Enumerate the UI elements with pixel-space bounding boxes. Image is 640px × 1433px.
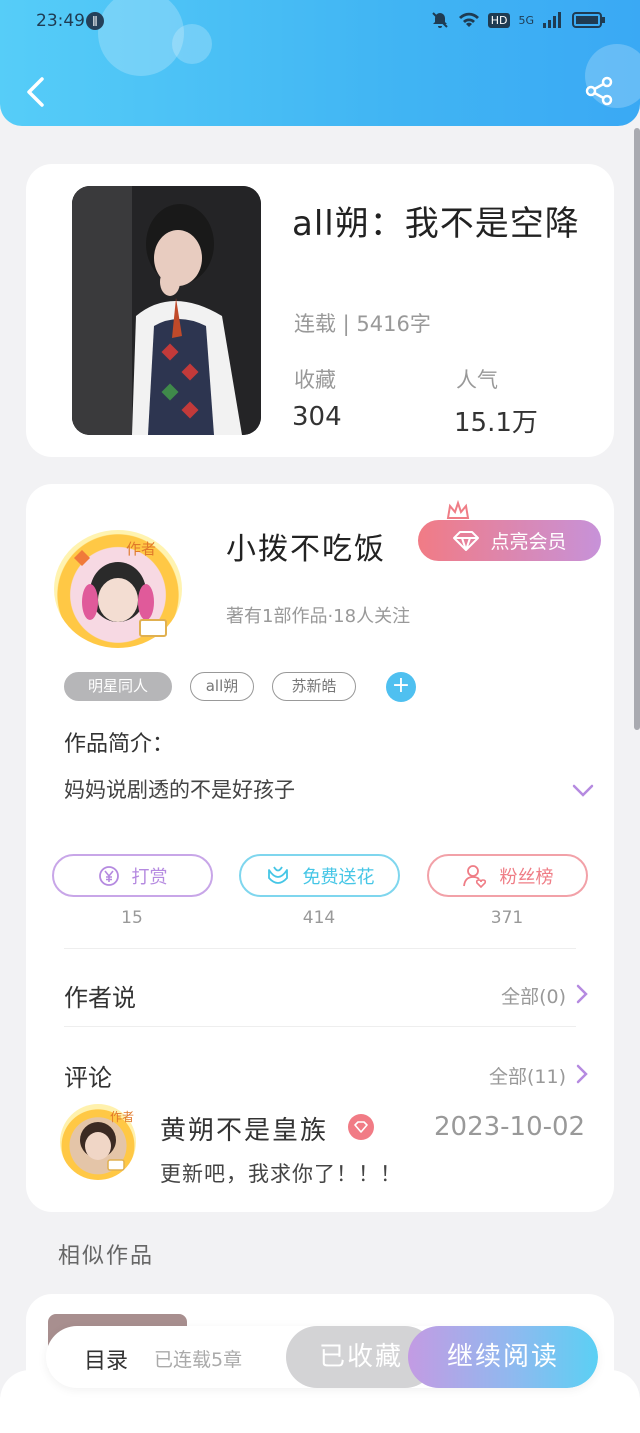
book-info-card: all朔：我不是空降 连载 | 5416字 收藏 人气 304 15.1万 [26,164,614,457]
diamond-icon [453,530,480,551]
favorites-label: 收藏 [294,368,336,392]
fan-ranking-button[interactable]: 粉丝榜 [427,854,588,897]
status-icons: HD 5G [430,10,606,30]
book-status: 连载 | 5416字 [294,312,431,336]
chevron-right-icon[interactable] [576,1064,588,1084]
back-arrow-icon[interactable] [24,76,46,108]
commenter-name[interactable]: 黄朔不是皇族 [160,1110,328,1147]
book-title: all朔：我不是空降 [292,204,580,244]
add-tag-button[interactable]: + [386,672,416,702]
author-says-title: 作者说 [64,984,136,1012]
notification-badge-icon: ǁ [86,12,104,30]
share-icon[interactable] [584,76,614,106]
favorites-value: 304 [292,402,342,432]
author-avatar[interactable] [54,530,182,648]
cover-illustration [72,186,261,435]
diamond-icon [354,1121,368,1133]
intro-text: 妈妈说剧透的不是好孩子 [64,778,295,802]
yuan-coin-icon [98,865,119,886]
flower-count: 414 [302,908,336,928]
author-badge: 作者 [126,540,157,558]
app-header: 23:49 ǁ HD 5G [0,0,640,126]
vip-button-label: 点亮会员 [490,531,567,553]
signal-icon [543,12,561,28]
toc-button[interactable]: 目录 [84,1343,128,1375]
comment-text: 更新吧，我求你了！！！ [160,1162,402,1186]
commenter-badge: 作者 [110,1110,135,1124]
avatar-illustration [74,550,167,637]
continue-reading-button[interactable]: 继续阅读 [408,1326,598,1388]
intro-label: 作品简介： [64,732,175,757]
comment-date: 2023-10-02 [434,1112,586,1142]
battery-icon [572,12,605,28]
reward-button[interactable]: 打赏 [52,854,213,897]
vip-diamond-badge [348,1114,374,1140]
reward-count: 15 [121,908,143,928]
tag-item[interactable]: 明星同人 [64,672,172,701]
author-says-more[interactable]: 全部(0) [501,982,566,1009]
chapter-status: 已连载5章 [154,1349,243,1371]
divider [64,948,576,949]
chevron-right-icon[interactable] [576,984,588,1004]
status-bar: 23:49 ǁ HD 5G [0,0,640,44]
fan-count: 371 [490,908,524,928]
popularity-value: 15.1万 [454,408,538,438]
comments-title: 评论 [64,1064,112,1092]
bottom-action-bar: 目录 已连载5章 已收藏 继续阅读 [46,1326,598,1388]
user-heart-icon [462,864,486,888]
reward-button-label: 打赏 [131,866,168,888]
vip-button[interactable]: 点亮会员 [418,520,601,561]
popularity-label: 人气 [456,368,498,392]
plus-icon: + [391,673,411,698]
send-flower-label: 免费送花 [302,866,375,888]
network-label: 5G [518,13,534,27]
tag-item[interactable]: all朔 [190,672,254,701]
author-meta: 著有1部作品·18人关注 [226,606,411,627]
send-flower-button[interactable]: 免费送花 [239,854,400,897]
expand-chevron-down-icon[interactable] [572,784,594,798]
status-time: 23:49 [36,11,85,31]
comments-more[interactable]: 全部(11) [489,1062,566,1089]
crown-icon [446,500,470,519]
tag-item[interactable]: 苏新皓 [272,672,356,701]
wifi-icon [458,12,479,27]
author-name[interactable]: 小拨不吃饭 [226,524,386,568]
mute-bell-icon [432,12,448,28]
author-card: 作者 小拨不吃饭 点亮会员 著有1部作品·18人关注 明星同人 all朔 苏新皓… [26,484,614,1212]
flower-icon [267,866,288,884]
divider [64,1026,576,1027]
book-cover-image[interactable] [72,186,261,435]
scrollbar[interactable] [634,128,640,730]
similar-works-label: 相似作品 [58,1244,155,1269]
fan-ranking-label: 粉丝榜 [499,866,554,888]
hd-icon: HD [487,12,511,28]
